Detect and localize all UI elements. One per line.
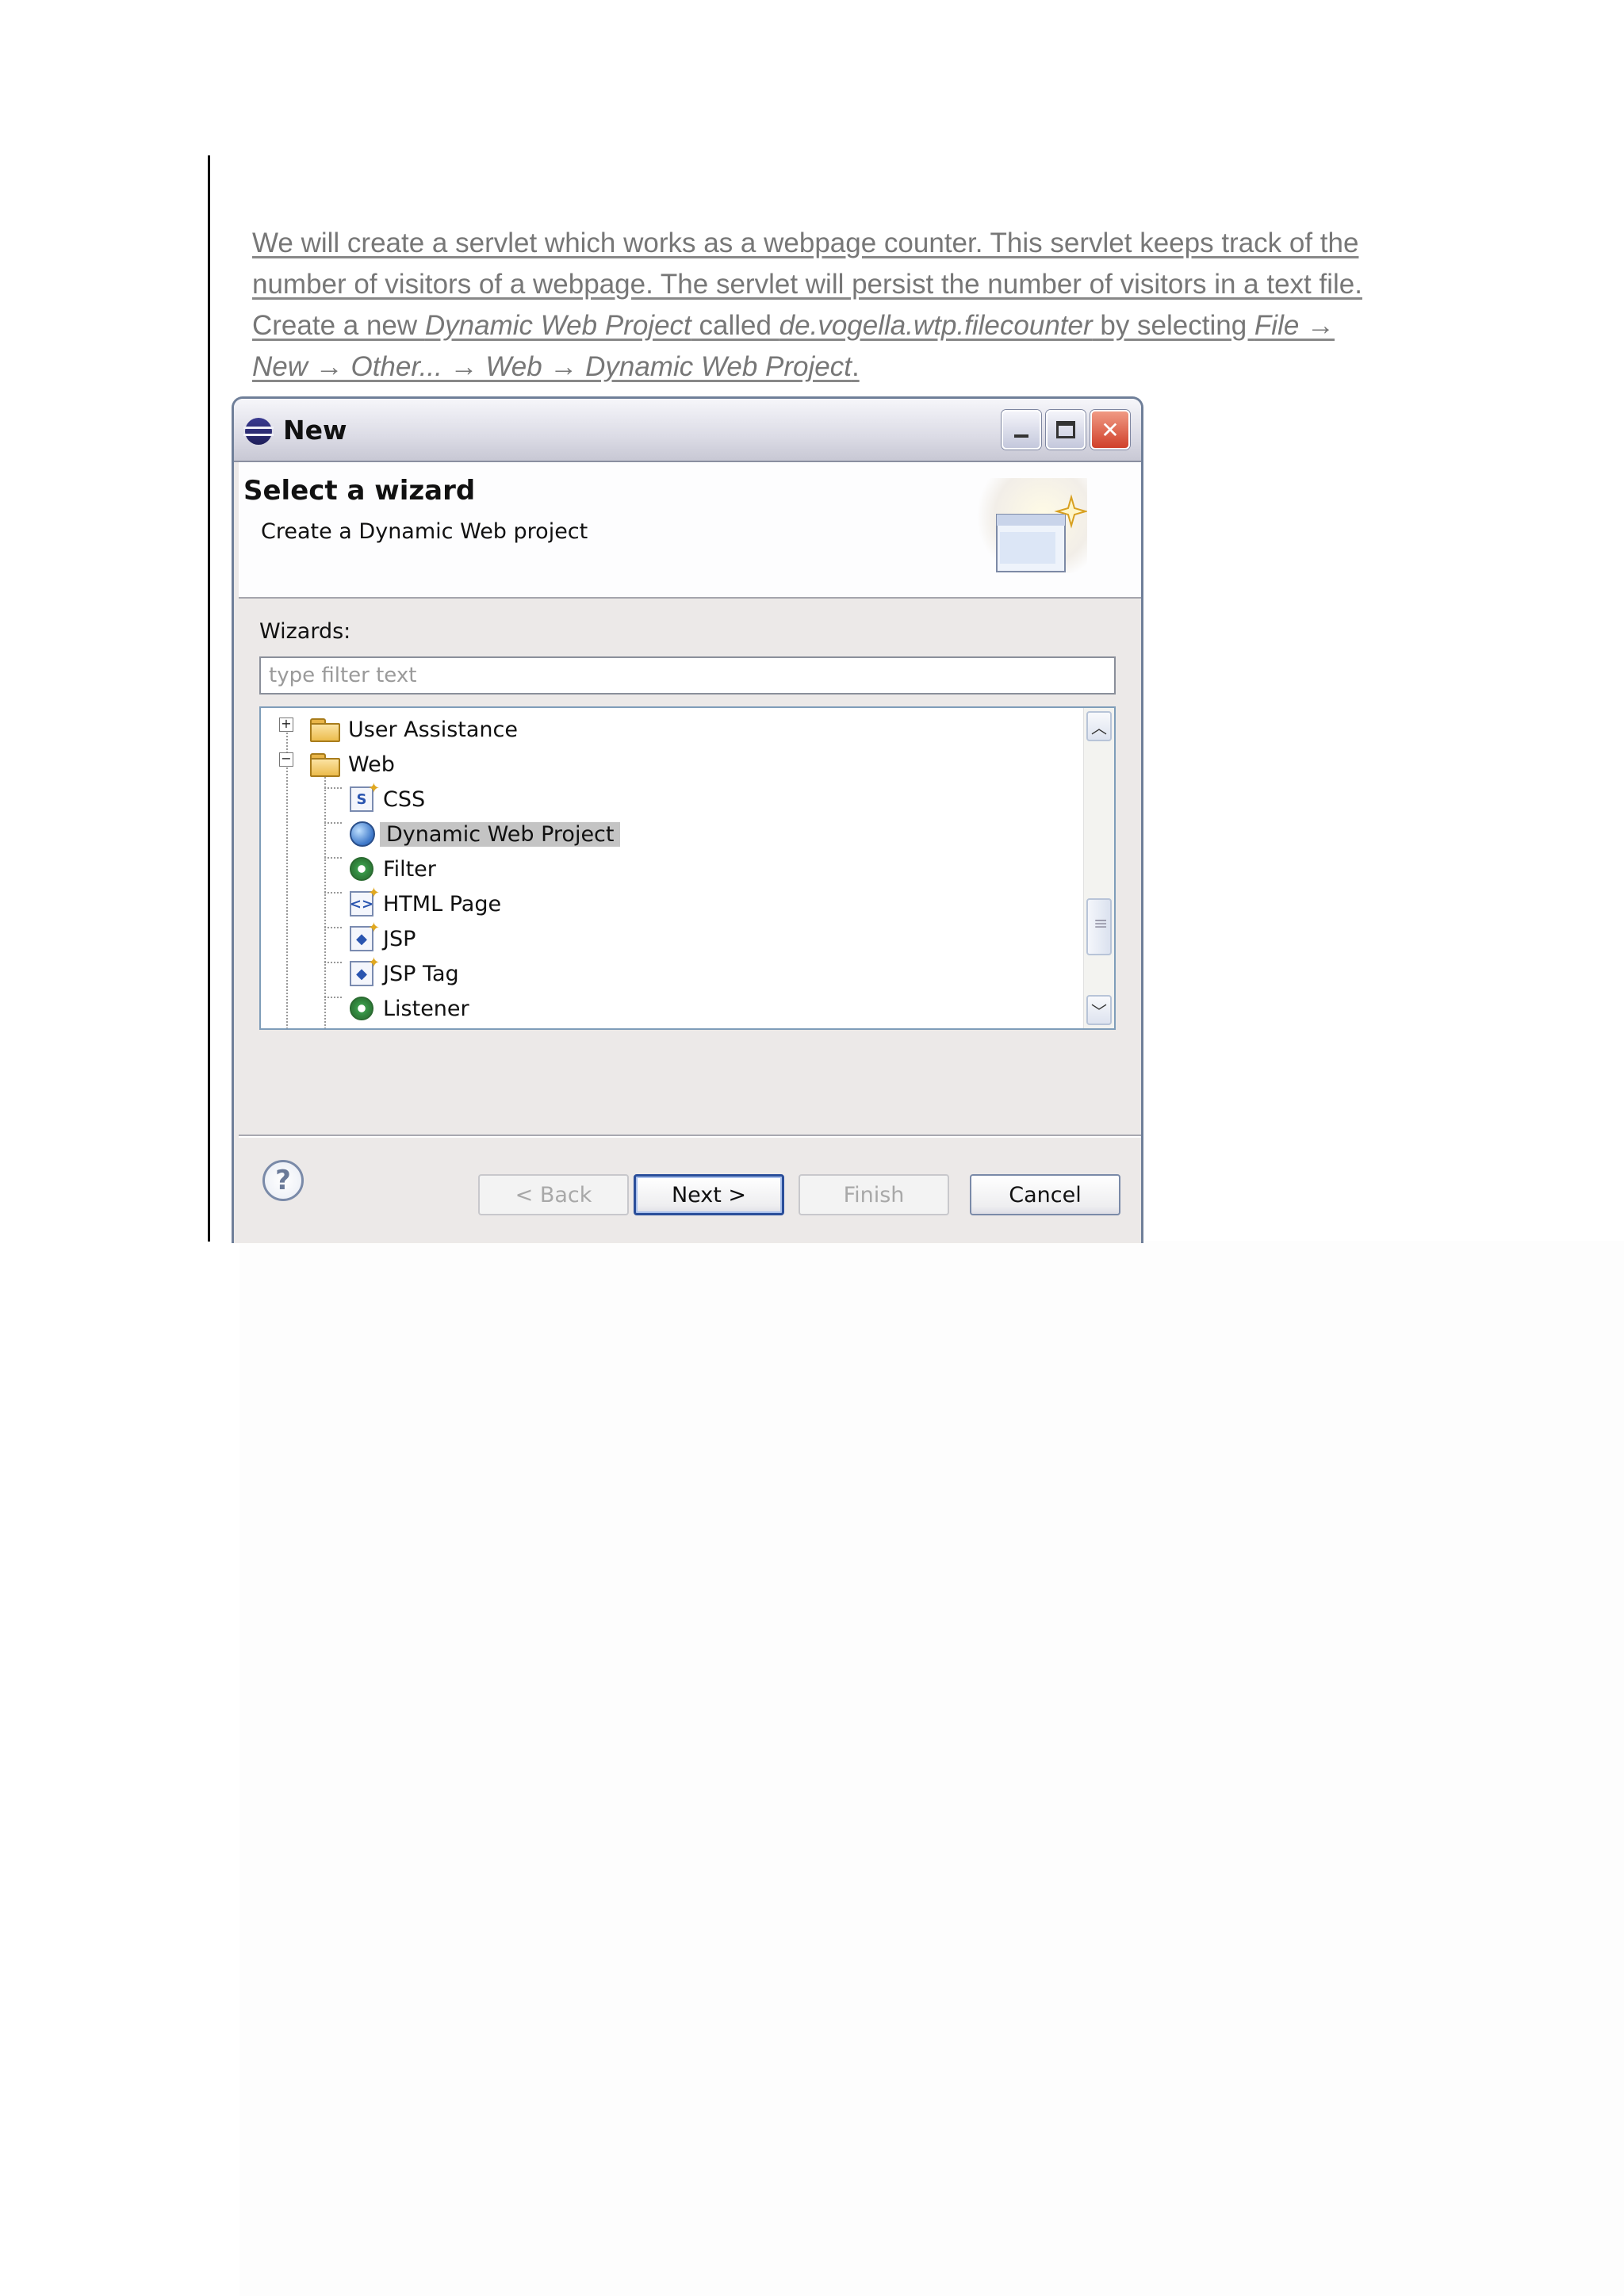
wizard-banner-icon	[996, 494, 1087, 572]
tree-item-label: HTML Page	[383, 891, 502, 916]
intro-paragraph: We will create a servlet which works as …	[252, 228, 1362, 382]
tree-item-filter[interactable]: Filter	[350, 853, 436, 885]
tree-item-label: CSS	[383, 786, 426, 812]
scroll-down-button[interactable]: ﹀	[1086, 995, 1112, 1025]
listener-icon	[350, 997, 373, 1020]
footer-divider	[239, 1135, 1141, 1136]
jsp-tag-file-icon: ◆ ✦	[350, 955, 380, 986]
tree-item-jsp[interactable]: ◆ ✦ JSP	[350, 920, 416, 955]
new-wizard-dialog: New ✕ Select a wizard Create a Dynamic W…	[232, 396, 1143, 1243]
page-background	[239, 1241, 1624, 2296]
tree-item-html-page[interactable]: <> ✦ HTML Page	[350, 885, 502, 920]
folder-icon	[310, 718, 340, 742]
eclipse-icon	[243, 418, 274, 445]
maximize-button[interactable]	[1046, 410, 1086, 450]
tree-item-jsp-tag[interactable]: ◆ ✦ JSP Tag	[350, 955, 459, 989]
folder-icon	[310, 753, 340, 777]
jsp-file-icon: ◆ ✦	[350, 920, 380, 951]
tree-item-label: Dynamic Web Project	[380, 821, 621, 847]
cancel-button[interactable]: Cancel	[970, 1174, 1120, 1215]
filter-icon	[350, 857, 373, 881]
header-title: Select a wizard	[243, 475, 476, 507]
chevron-down-icon: ﹀	[1091, 1001, 1107, 1021]
header-description: Create a Dynamic Web project	[261, 519, 588, 544]
help-icon[interactable]: ?	[262, 1160, 304, 1201]
tree-item-css[interactable]: S ✦ CSS	[350, 780, 426, 815]
tree-folder-web[interactable]: Web	[310, 748, 395, 780]
back-button[interactable]: < Back	[478, 1174, 629, 1215]
dialog-titlebar[interactable]: New ✕	[234, 399, 1141, 462]
vertical-scrollbar[interactable]: ︿ ﹀	[1083, 708, 1114, 1028]
minimize-icon	[1014, 434, 1028, 438]
tree-item-label: Listener	[383, 996, 469, 1021]
tree-item-dynamic-web-project[interactable]: Dynamic Web Project	[350, 818, 621, 850]
close-button[interactable]: ✕	[1090, 410, 1130, 450]
tree-folder-label: Web	[348, 752, 395, 777]
scroll-up-button[interactable]: ︿	[1086, 711, 1112, 741]
maximize-icon	[1056, 421, 1075, 438]
wizards-label: Wizards:	[259, 619, 351, 644]
scroll-thumb[interactable]	[1086, 898, 1112, 955]
tree-item-label: JSP Tag	[383, 961, 459, 986]
tree-item-label: JSP	[383, 926, 416, 951]
minimize-button[interactable]	[1002, 410, 1041, 450]
finish-button[interactable]: Finish	[799, 1174, 949, 1215]
project-name-text: de.vogella.wtp.filecounter	[779, 310, 1093, 341]
css-file-icon: S ✦	[350, 780, 380, 812]
dialog-title: New	[283, 415, 347, 446]
expand-icon[interactable]: +	[279, 718, 293, 732]
tree-item-label: Filter	[383, 856, 436, 882]
tree-folder-label: User Assistance	[348, 717, 518, 742]
tree-folder-user-assistance[interactable]: User Assistance	[310, 714, 518, 745]
margin-rule	[208, 155, 210, 1242]
close-icon: ✕	[1101, 416, 1120, 443]
html-file-icon: <> ✦	[350, 885, 380, 916]
project-type-text: Dynamic Web Project	[424, 310, 691, 341]
chevron-up-icon: ︿	[1091, 718, 1107, 737]
wizard-tree[interactable]: + User Assistance − Web S ✦ CSS Dynamic W…	[259, 706, 1116, 1030]
web-project-icon	[350, 821, 375, 847]
tree-item-listener[interactable]: Listener	[350, 993, 469, 1024]
next-button[interactable]: Next >	[634, 1174, 784, 1215]
filter-input[interactable]	[259, 656, 1116, 695]
collapse-icon[interactable]: −	[279, 752, 293, 767]
wizard-header: Select a wizard Create a Dynamic Web pro…	[239, 462, 1141, 599]
